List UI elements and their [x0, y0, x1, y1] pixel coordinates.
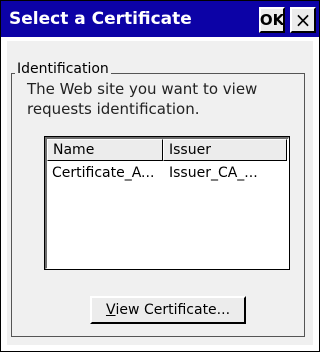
certificate-issuer-cell: Issuer_CA_... [169, 165, 258, 181]
view-certificate-label: iew Certificate... [115, 302, 231, 318]
list-item[interactable]: Certificate_A... Issuer_CA_... [47, 163, 287, 183]
view-certificate-mnemonic: V [105, 302, 116, 318]
certificate-name-cell: Certificate_A... [52, 165, 155, 181]
dialog-title: Select a Certificate [9, 9, 192, 29]
column-header-name[interactable]: Name [47, 139, 163, 161]
list-header: Name Issuer [47, 139, 287, 161]
certificate-list[interactable]: Name Issuer Certificate_A... Issuer_CA_.… [44, 136, 290, 270]
column-header-issuer[interactable]: Issuer [163, 139, 287, 161]
identification-group-label: Identification [15, 61, 111, 77]
ok-button[interactable]: OK [259, 7, 285, 33]
dialog-body: Identification The Web site you want to … [7, 41, 313, 345]
view-certificate-button[interactable]: View Certificate... [90, 296, 246, 324]
title-bar: Select a Certificate OK × [1, 1, 319, 37]
identification-description: The Web site you want to view requests i… [27, 80, 258, 118]
certificate-dialog: Select a Certificate OK × Identification… [0, 0, 320, 352]
close-button[interactable]: × [290, 7, 316, 33]
